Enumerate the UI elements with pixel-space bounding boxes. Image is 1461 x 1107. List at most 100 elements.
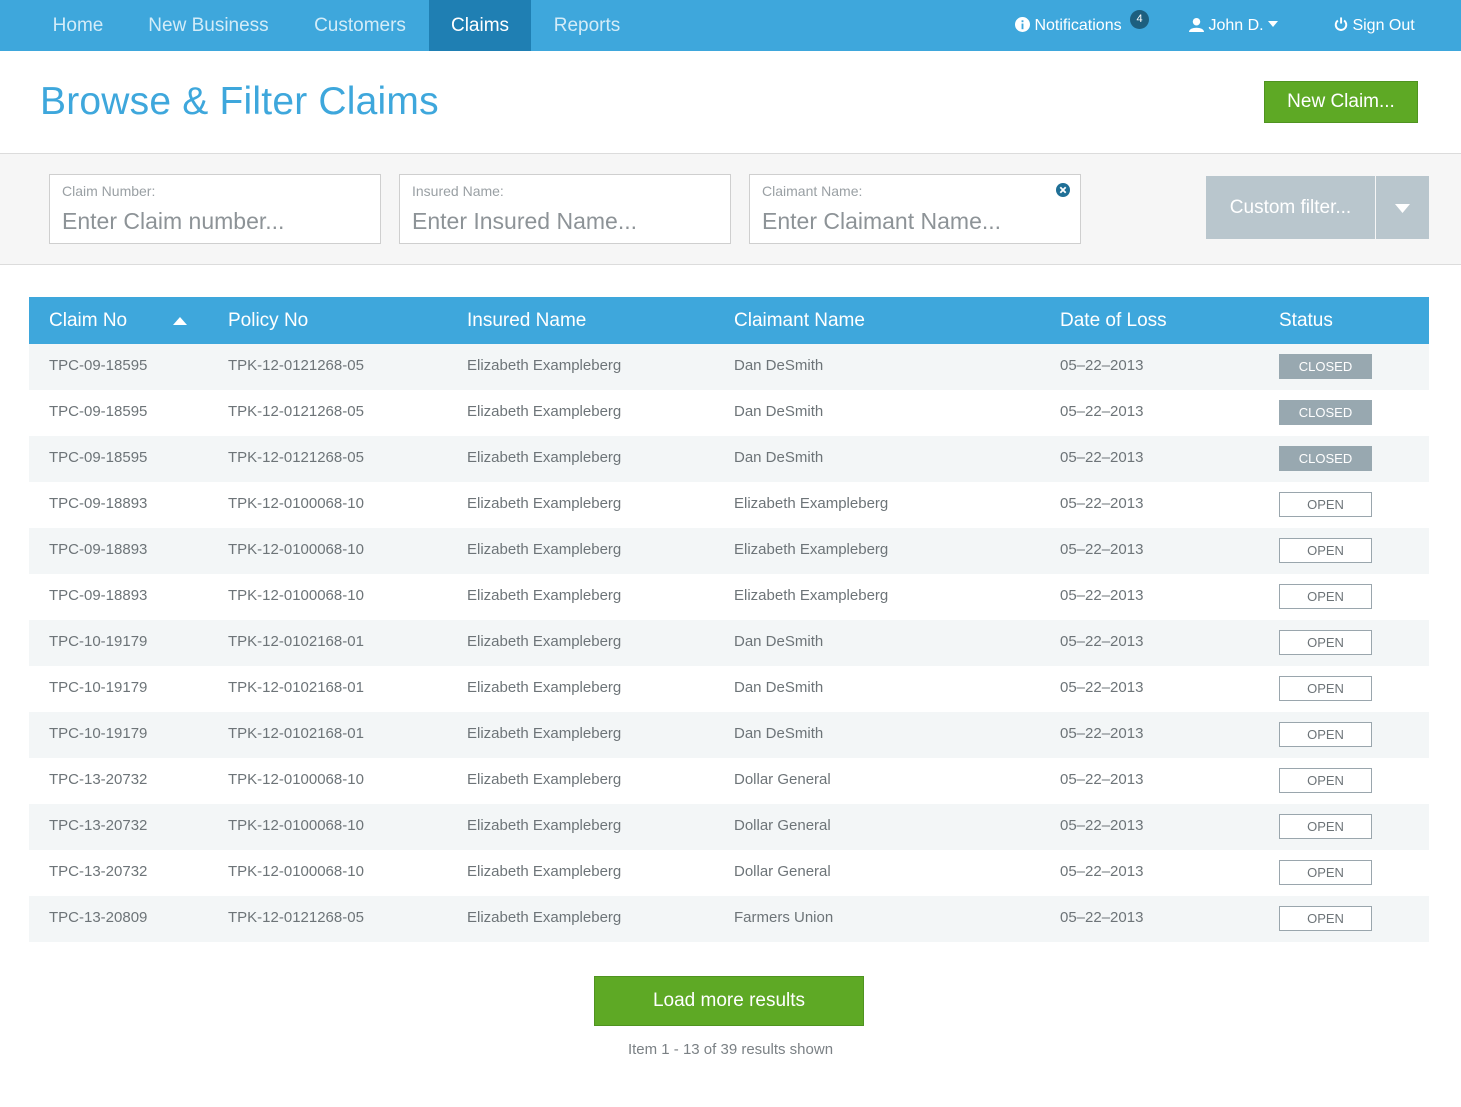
cell-insured-name: Elizabeth Exampleberg [467,541,622,558]
cell-policy-no: TPK-12-0102168-01 [228,679,364,696]
nav-item-new-business[interactable]: New Business [126,0,291,51]
cell-insured-name: Elizabeth Exampleberg [467,357,622,374]
status-badge: OPEN [1279,492,1372,517]
cell-policy-no: TPK-12-0121268-05 [228,909,364,926]
custom-filter-dropdown-toggle[interactable] [1376,176,1429,239]
cell-claimant-name: Dan DeSmith [734,725,824,742]
table-row[interactable]: TPC-10-19179 TPK-12-0102168-01 Elizabeth E… [29,620,1429,666]
column-header-status[interactable]: Status [1279,297,1333,344]
claims-table: Claim No Policy No Insured Name Claimant… [29,297,1429,942]
column-header-claim-no[interactable]: Claim No [49,297,127,344]
sort-asc-icon[interactable] [173,317,187,325]
user-menu[interactable]: John D. [1189,0,1279,51]
status-badge: OPEN [1279,676,1372,701]
cell-claim-no: TPC-10-19179 [49,679,148,696]
claim-number-label: Claim Number: [62,183,156,199]
status-badge: OPEN [1279,860,1372,885]
insured-name-field: Insured Name: [399,174,731,244]
table-row[interactable]: TPC-09-18893 TPK-12-0100068-10 Elizabeth E… [29,482,1429,528]
cell-claimant-name: Elizabeth Exampleberg [734,495,889,512]
results-summary: Item 1 - 13 of 39 results shown [627,1041,834,1058]
cell-insured-name: Elizabeth Exampleberg [467,725,622,742]
cell-date-of-loss: 05–22–2013 [1060,817,1144,834]
cell-claimant-name: Elizabeth Exampleberg [734,541,889,558]
cell-insured-name: Elizabeth Exampleberg [467,771,622,788]
cell-date-of-loss: 05–22–2013 [1060,357,1144,374]
column-header-policy-no[interactable]: Policy No [228,297,308,344]
sign-out-link[interactable]: Sign Out [1334,0,1415,51]
claimant-name-field: Claimant Name: [749,174,1081,244]
cell-claimant-name: Dan DeSmith [734,357,824,374]
cell-claim-no: TPC-13-20732 [49,863,148,880]
claimant-name-label: Claimant Name: [762,183,863,199]
table-row[interactable]: TPC-10-19179 TPK-12-0102168-01 Elizabeth E… [29,712,1429,758]
cell-date-of-loss: 05–22–2013 [1060,495,1144,512]
cell-date-of-loss: 05–22–2013 [1060,541,1144,558]
cell-claim-no: TPC-13-20809 [49,909,148,926]
cell-policy-no: TPK-12-0121268-05 [228,403,364,420]
caret-down-icon [1395,204,1410,213]
cell-claim-no: TPC-10-19179 [49,725,148,742]
cell-date-of-loss: 05–22–2013 [1060,771,1144,788]
status-badge: OPEN [1279,630,1372,655]
cell-insured-name: Elizabeth Exampleberg [467,449,622,466]
cell-claimant-name: Farmers Union [734,909,834,926]
cell-claim-no: TPC-09-18893 [49,495,148,512]
cell-claimant-name: Dan DeSmith [734,679,824,696]
cell-policy-no: TPK-12-0100068-10 [228,817,364,834]
cell-claim-no: TPC-09-18595 [49,403,148,420]
new-claim-button[interactable]: New Claim... [1264,81,1418,123]
status-badge: OPEN [1279,814,1372,839]
cell-claim-no: TPC-09-18595 [49,357,148,374]
cell-policy-no: TPK-12-0100068-10 [228,541,364,558]
table-row[interactable]: TPC-09-18893 TPK-12-0100068-10 Elizabeth E… [29,574,1429,620]
filter-panel: Claim Number: Insured Name: Claimant Nam… [0,153,1461,265]
table-row[interactable]: TPC-09-18595 TPK-12-0121268-05 Elizabeth E… [29,344,1429,390]
cell-policy-no: TPK-12-0102168-01 [228,725,364,742]
nav-item-customers[interactable]: Customers [291,0,429,51]
nav-item-claims[interactable]: Claims [429,0,531,51]
claim-number-field: Claim Number: [49,174,381,244]
cell-insured-name: Elizabeth Exampleberg [467,863,622,880]
column-header-date-of-loss[interactable]: Date of Loss [1060,297,1167,344]
cell-claim-no: TPC-13-20732 [49,771,148,788]
table-row[interactable]: TPC-09-18595 TPK-12-0121268-05 Elizabeth E… [29,436,1429,482]
page-title: Browse & Filter Claims [40,80,439,123]
table-row[interactable]: TPC-13-20809 TPK-12-0121268-05 Elizabeth E… [29,896,1429,942]
cell-claimant-name: Dollar General [734,863,831,880]
table-row[interactable]: TPC-09-18893 TPK-12-0100068-10 Elizabeth E… [29,528,1429,574]
user-icon [1189,17,1208,34]
cell-policy-no: TPK-12-0100068-10 [228,863,364,880]
table-row[interactable]: TPC-13-20732 TPK-12-0100068-10 Elizabeth E… [29,850,1429,896]
column-header-claimant-name[interactable]: Claimant Name [734,297,865,344]
top-nav-bar: Home New Business Customers Claims Repor… [0,0,1461,51]
status-badge: OPEN [1279,538,1372,563]
nav-item-home[interactable]: Home [30,0,126,51]
claim-number-input[interactable] [62,205,352,237]
cell-claim-no: TPC-09-18595 [49,449,148,466]
nav-item-reports[interactable]: Reports [531,0,643,51]
cell-claim-no: TPC-10-19179 [49,633,148,650]
insured-name-input[interactable] [412,205,702,237]
cell-policy-no: TPK-12-0121268-05 [228,449,364,466]
claimant-name-input[interactable] [762,205,1052,237]
cell-insured-name: Elizabeth Exampleberg [467,909,622,926]
cell-insured-name: Elizabeth Exampleberg [467,817,622,834]
cell-date-of-loss: 05–22–2013 [1060,403,1144,420]
custom-filter-button[interactable]: Custom filter... [1206,176,1375,239]
status-badge: OPEN [1279,906,1372,931]
table-row[interactable]: TPC-10-19179 TPK-12-0102168-01 Elizabeth E… [29,666,1429,712]
load-more-button[interactable]: Load more results [594,976,864,1026]
notifications-link[interactable]: Notifications [1015,0,1122,51]
cell-policy-no: TPK-12-0121268-05 [228,357,364,374]
table-row[interactable]: TPC-13-20732 TPK-12-0100068-10 Elizabeth E… [29,804,1429,850]
status-badge: CLOSED [1279,446,1372,471]
cell-date-of-loss: 05–22–2013 [1060,633,1144,650]
table-body: TPC-09-18595 TPK-12-0121268-05 Elizabeth E… [29,344,1429,942]
power-icon [1334,17,1352,34]
table-header: Claim No Policy No Insured Name Claimant… [29,297,1429,344]
table-row[interactable]: TPC-09-18595 TPK-12-0121268-05 Elizabeth E… [29,390,1429,436]
table-row[interactable]: TPC-13-20732 TPK-12-0100068-10 Elizabeth E… [29,758,1429,804]
clear-circle-icon[interactable] [1056,183,1070,202]
column-header-insured-name[interactable]: Insured Name [467,297,586,344]
